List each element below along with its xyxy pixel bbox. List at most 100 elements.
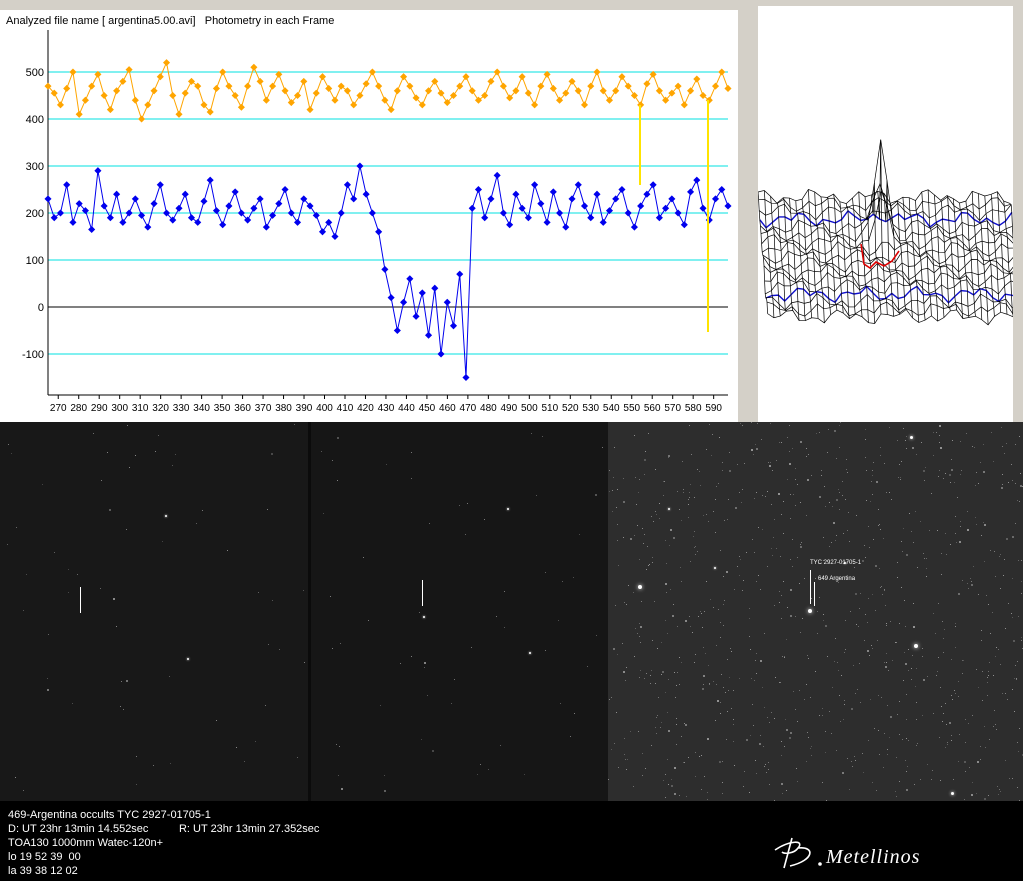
noise-pixel — [904, 600, 905, 601]
noise-pixel — [773, 537, 774, 538]
noise-pixel — [806, 761, 807, 762]
noise-pixel — [836, 499, 838, 501]
mesh-row-line — [765, 285, 1018, 304]
noise-pixel — [616, 507, 617, 508]
noise-pixel — [997, 786, 998, 787]
noise-pixel — [976, 524, 977, 525]
x-tick-label: 420 — [357, 403, 374, 414]
noise-pixel — [694, 662, 695, 663]
noise-pixel — [623, 478, 624, 479]
noise-pixel — [864, 545, 865, 546]
mesh-col-line — [763, 190, 775, 318]
noise-pixel — [641, 601, 642, 602]
noise-pixel — [726, 571, 728, 573]
noise-pixel — [323, 513, 324, 514]
noise-pixel — [617, 524, 618, 525]
x-tick-label: 270 — [50, 403, 67, 414]
noise-pixel — [1006, 443, 1007, 444]
noise-pixel — [819, 432, 820, 433]
noise-pixel — [659, 503, 660, 504]
noise-pixel — [855, 593, 857, 595]
noise-pixel — [562, 581, 563, 582]
noise-pixel — [913, 542, 914, 543]
noise-pixel — [800, 546, 802, 548]
noise-pixel — [279, 649, 280, 650]
y-tick-label: 500 — [26, 67, 44, 79]
noise-pixel — [839, 447, 840, 448]
noise-pixel — [940, 780, 941, 781]
comparison-point — [312, 89, 320, 97]
noise-pixel — [701, 613, 702, 614]
noise-pixel — [648, 565, 649, 566]
noise-pixel — [702, 688, 704, 690]
noise-pixel — [883, 767, 884, 768]
comparison-point — [425, 87, 433, 95]
noise-pixel — [545, 572, 546, 573]
noise-pixel — [847, 530, 848, 531]
noise-pixel — [733, 741, 734, 742]
noise-pixel — [477, 774, 478, 775]
noise-pixel — [972, 782, 973, 783]
target-point — [400, 298, 408, 306]
noise-pixel — [304, 662, 305, 663]
x-tick-label: 550 — [623, 403, 640, 414]
noise-pixel — [790, 494, 791, 495]
noise-pixel — [780, 682, 781, 683]
noise-pixel — [750, 735, 751, 736]
comparison-point — [256, 77, 264, 85]
noise-pixel — [960, 521, 961, 522]
noise-pixel — [771, 548, 772, 549]
noise-pixel — [665, 692, 666, 693]
target-point — [556, 209, 564, 217]
noise-pixel — [999, 789, 1000, 790]
x-tick-label: 280 — [70, 403, 87, 414]
noise-pixel — [872, 594, 873, 595]
noise-pixel — [942, 721, 943, 722]
noise-pixel — [644, 534, 645, 535]
target-point — [113, 190, 121, 198]
noise-pixel — [1014, 678, 1015, 679]
x-tick-label: 530 — [582, 403, 599, 414]
noise-pixel — [135, 455, 136, 456]
noise-pixel — [901, 541, 902, 542]
noise-pixel — [753, 725, 754, 726]
noise-pixel — [817, 611, 818, 612]
noise-pixel — [976, 472, 977, 473]
star — [529, 652, 531, 654]
noise-pixel — [911, 531, 912, 532]
noise-pixel — [905, 663, 907, 665]
noise-pixel — [614, 743, 615, 744]
noise-pixel — [720, 637, 721, 638]
noise-pixel — [842, 772, 844, 774]
noise-pixel — [772, 555, 773, 556]
target-point — [325, 218, 333, 226]
noise-pixel — [670, 529, 672, 531]
noise-pixel — [771, 504, 772, 505]
target-point — [493, 171, 501, 179]
target-point — [425, 331, 433, 339]
noise-pixel — [722, 470, 723, 471]
noise-pixel — [920, 779, 921, 780]
noise-pixel — [681, 736, 682, 737]
noise-pixel — [838, 582, 839, 583]
comparison-point — [244, 82, 252, 90]
noise-pixel — [1018, 751, 1019, 752]
x-tick-label: 350 — [214, 403, 231, 414]
noise-pixel — [1015, 483, 1016, 484]
noise-pixel — [881, 697, 882, 698]
noise-pixel — [701, 755, 702, 756]
noise-pixel — [704, 776, 705, 777]
noise-pixel — [903, 428, 904, 429]
noise-pixel — [424, 667, 425, 668]
x-tick-label: 310 — [132, 403, 149, 414]
mesh-col-line — [997, 191, 1008, 315]
comparison-point — [162, 59, 171, 67]
noise-pixel — [158, 435, 159, 436]
target-point — [125, 209, 133, 217]
noise-pixel — [321, 451, 322, 452]
noise-pixel — [639, 636, 640, 637]
noise-pixel — [987, 677, 988, 678]
noise-pixel — [951, 735, 952, 736]
y-tick-label: 100 — [26, 255, 44, 267]
noise-pixel — [787, 607, 788, 608]
